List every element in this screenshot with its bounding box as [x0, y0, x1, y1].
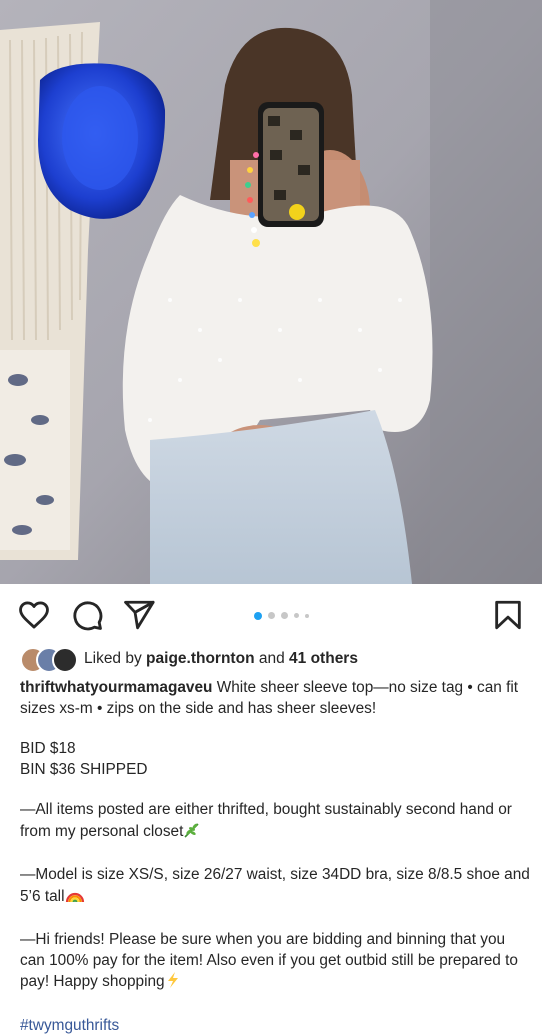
rainbow-emoji	[65, 886, 85, 911]
likes-middle: and	[259, 650, 285, 667]
carousel-dot	[268, 612, 275, 619]
likes-summary: Liked by paige.thornton and 41 others	[84, 650, 358, 668]
caption-sourcing-text: —All items posted are either thrifted, b…	[20, 801, 512, 840]
liker-username[interactable]: paige.thornton	[146, 650, 255, 667]
caption-first-paragraph: thriftwhatyourmamagaveu White sheer slee…	[20, 678, 530, 719]
post-photo-illustration	[0, 0, 542, 584]
caption-payment-note: —Hi friends! Please be sure when you are…	[20, 931, 518, 990]
carousel-dot	[305, 614, 309, 618]
herb-emoji	[183, 821, 201, 846]
caption-paragraph-4: —Hi friends! Please be sure when you are…	[20, 930, 530, 996]
post-image[interactable]	[0, 0, 542, 584]
post-caption: thriftwhatyourmamagaveu White sheer slee…	[20, 678, 530, 1036]
caption-model-sizes: —Model is size XS/S, size 26/27 waist, s…	[20, 866, 530, 905]
likes-prefix: Liked by	[84, 650, 142, 667]
likes-row: Liked by paige.thornton and 41 others	[20, 646, 358, 672]
caption-username[interactable]: thriftwhatyourmamagaveu	[20, 679, 212, 696]
liker-avatars[interactable]	[20, 647, 80, 671]
carousel-dot	[294, 613, 299, 618]
likes-others-link[interactable]: 41 others	[289, 650, 358, 667]
caption-paragraph-2: —All items posted are either thrifted, b…	[20, 800, 530, 845]
caption-bid: BID $18	[20, 739, 530, 760]
carousel-indicator	[0, 612, 542, 622]
caption-paragraph-3: —Model is size XS/S, size 26/27 waist, s…	[20, 865, 530, 910]
avatar	[52, 647, 78, 673]
carousel-dot	[281, 612, 288, 619]
caption-hashtag[interactable]: #twymguthrifts	[20, 1016, 530, 1036]
caption-bin: BIN $36 SHIPPED	[20, 760, 530, 781]
carousel-dot-active	[254, 612, 262, 620]
lightning-emoji	[165, 971, 181, 996]
